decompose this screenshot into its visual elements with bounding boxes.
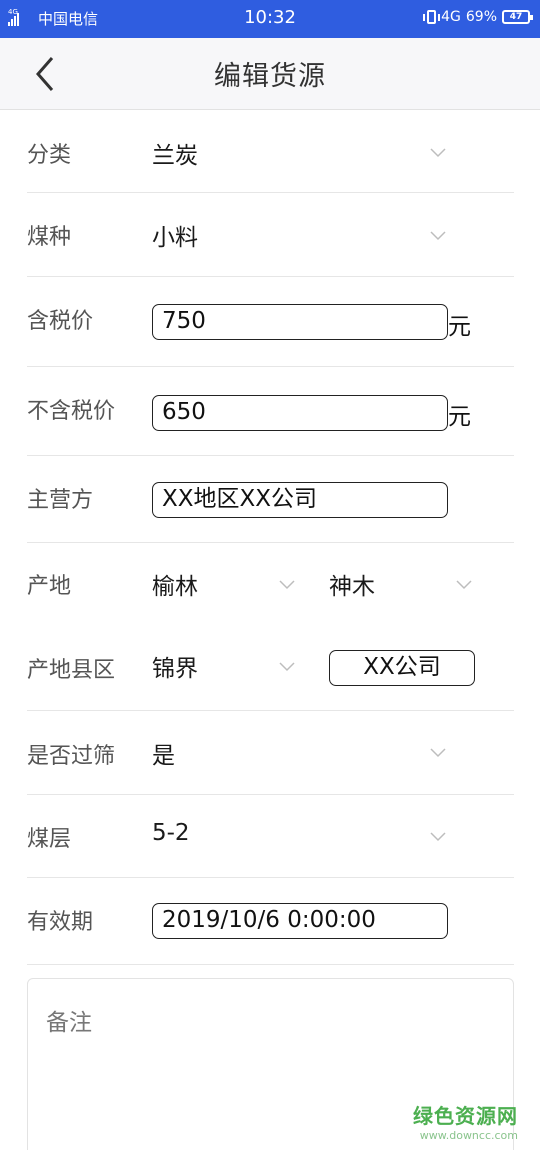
chevron-down-icon bbox=[430, 231, 446, 241]
vibrate-icon bbox=[423, 10, 441, 24]
coal-type-row[interactable]: 煤种 小料 bbox=[27, 193, 514, 277]
county-row: 产地县区 锦界 XX公司 bbox=[27, 625, 514, 711]
operator-input[interactable]: XX地区XX公司 bbox=[152, 482, 448, 518]
screened-row[interactable]: 是否过筛 是 bbox=[27, 711, 514, 795]
remark-placeholder: 备注 bbox=[46, 1010, 92, 1036]
screened-label: 是否过筛 bbox=[27, 744, 116, 769]
page-title: 编辑货源 bbox=[214, 61, 326, 92]
screened-value: 是 bbox=[152, 743, 175, 769]
county-value[interactable]: 锦界 bbox=[152, 649, 198, 683]
chevron-down-icon bbox=[430, 832, 446, 842]
status-bar: 4G 中国电信 10:32 4G 69% 47 bbox=[0, 0, 540, 38]
seam-label: 煤层 bbox=[27, 827, 72, 852]
validity-input[interactable]: 2019/10/6 0:00:00 bbox=[152, 903, 448, 939]
price-tax-unit: 元 bbox=[448, 314, 471, 340]
origin-row: 产地 榆林 神木 bbox=[27, 543, 514, 625]
chevron-down-icon[interactable] bbox=[456, 580, 472, 590]
battery-percent: 69% bbox=[465, 9, 497, 25]
category-row[interactable]: 分类 兰炭 bbox=[27, 110, 514, 193]
coal-type-label: 煤种 bbox=[27, 225, 72, 250]
origin-county-value[interactable]: 神木 bbox=[329, 567, 375, 601]
origin-label: 产地 bbox=[27, 574, 72, 599]
origin-city-value[interactable]: 榆林 bbox=[152, 567, 198, 601]
battery-level: 47 bbox=[509, 12, 523, 22]
price-notax-input[interactable]: 650 bbox=[152, 395, 448, 431]
county-label: 产地县区 bbox=[27, 658, 116, 683]
chevron-down-icon[interactable] bbox=[279, 662, 295, 672]
seam-value: 5-2 bbox=[152, 820, 190, 846]
price-tax-label: 含税价 bbox=[27, 309, 94, 334]
operator-row: 主营方 XX地区XX公司 bbox=[27, 456, 514, 543]
chevron-down-icon[interactable] bbox=[279, 580, 295, 590]
validity-row: 有效期 2019/10/6 0:00:00 bbox=[27, 878, 514, 965]
status-right: 4G 69% 47 bbox=[423, 9, 533, 25]
price-notax-row: 不含税价 650 元 bbox=[27, 367, 514, 456]
price-tax-input[interactable]: 750 bbox=[152, 304, 448, 340]
validity-label: 有效期 bbox=[27, 910, 94, 935]
company-input[interactable]: XX公司 bbox=[329, 650, 475, 686]
watermark-brand: 绿色资源网 bbox=[413, 1104, 518, 1128]
seam-row[interactable]: 煤层 5-2 bbox=[27, 795, 514, 878]
watermark: 绿色资源网 www.downcc.com bbox=[413, 1100, 518, 1142]
network-type: 4G bbox=[441, 9, 461, 25]
category-label: 分类 bbox=[27, 143, 72, 168]
category-value: 兰炭 bbox=[152, 143, 198, 169]
chevron-down-icon bbox=[430, 748, 446, 758]
chevron-down-icon bbox=[430, 148, 446, 158]
operator-label: 主营方 bbox=[27, 488, 94, 513]
battery-icon: 47 bbox=[502, 10, 533, 24]
coal-type-value: 小料 bbox=[152, 225, 198, 251]
price-notax-unit: 元 bbox=[448, 404, 471, 430]
price-notax-label: 不含税价 bbox=[27, 399, 116, 424]
price-tax-row: 含税价 750 元 bbox=[27, 277, 514, 367]
watermark-url: www.downcc.com bbox=[419, 1129, 518, 1142]
title-bar: 编辑货源 bbox=[0, 38, 540, 110]
